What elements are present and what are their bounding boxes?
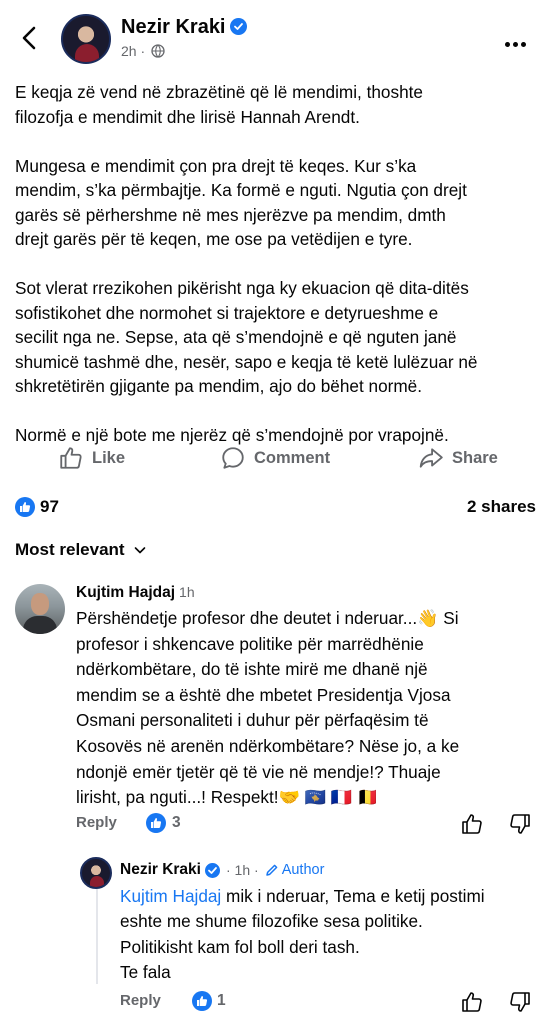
share-button[interactable]: Share <box>418 440 498 476</box>
post-body: E keqja zë vend në zbrazëtinë që lë mend… <box>15 80 540 472</box>
verified-badge-icon <box>204 862 220 878</box>
commenter-name[interactable]: Kujtim Hajdaj <box>76 584 175 601</box>
chevron-down-icon <box>134 547 145 554</box>
back-button[interactable] <box>14 22 46 54</box>
share-label: Share <box>452 448 498 467</box>
thumbs-up-icon <box>462 814 482 834</box>
reply-time: · 1h · <box>225 862 259 878</box>
comment-upvote-button[interactable] <box>460 812 484 836</box>
comment-reply-button[interactable]: Reply <box>76 814 117 831</box>
post-time[interactable]: 2h <box>121 43 137 59</box>
comment-actions: Reply 3 <box>76 812 536 836</box>
more-icon <box>505 42 510 47</box>
reply-reply-button[interactable]: Reply <box>120 992 161 1009</box>
reply-upvote-button[interactable] <box>460 990 484 1014</box>
comment-label: Comment <box>254 448 331 467</box>
reply-actions: Reply 1 <box>120 990 536 1014</box>
comment-icon <box>222 447 244 469</box>
post-header: Nezir Kraki 2h · <box>0 0 551 76</box>
comment-sort-dropdown[interactable]: Most relevant <box>15 540 147 560</box>
pencil-icon <box>265 864 278 876</box>
chevron-left-icon <box>22 26 36 50</box>
author-name-row[interactable]: Nezir Kraki <box>121 16 247 39</box>
reply-time-value: 1h <box>234 862 251 878</box>
post-meta: 2h · <box>121 43 165 59</box>
thumbs-down-icon <box>510 992 530 1012</box>
reactions-summary: 97 2 shares <box>15 494 536 522</box>
comment-downvote-button[interactable] <box>508 812 532 836</box>
globe-icon <box>151 44 165 58</box>
thumbs-down-icon <box>510 814 530 834</box>
reply-text-line1: mik i nderuar, Tema e ketij postimi <box>221 886 485 906</box>
comment-like-reaction-icon[interactable] <box>146 813 166 833</box>
comment-time: 1h <box>179 584 195 600</box>
reply-text-rest: eshte me shume filozofike sesa politike.… <box>120 911 423 982</box>
reaction-count[interactable]: 97 <box>40 497 59 517</box>
like-reaction-icon[interactable] <box>15 497 35 517</box>
author-avatar[interactable] <box>61 14 111 64</box>
author-badge: Author <box>265 862 325 878</box>
comment-like-count[interactable]: 3 <box>172 814 181 832</box>
author-badge-label: Author <box>281 862 325 878</box>
sort-label: Most relevant <box>15 540 125 559</box>
comment-header: Kujtim Hajdaj 1h <box>76 584 195 602</box>
author-name[interactable]: Nezir Kraki <box>121 16 226 38</box>
reply-like-reaction-icon[interactable] <box>192 991 212 1011</box>
reply-header: Nezir Kraki · 1h · Author <box>120 861 324 879</box>
commenter-avatar[interactable] <box>15 584 65 634</box>
thumbs-up-icon <box>60 447 82 469</box>
reply-text: Kujtim Hajdaj mik i nderuar, Tema e keti… <box>120 884 540 985</box>
verified-badge-icon <box>229 18 247 35</box>
post-action-bar: Like Comment Share <box>0 440 551 476</box>
like-button[interactable]: Like <box>58 440 125 476</box>
thumbs-up-icon <box>462 992 482 1012</box>
post-paragraph: Mungesa e mendimit çon pra drejt të keqe… <box>15 155 467 250</box>
comment-text: Përshëndetje profesor dhe deutet i nderu… <box>76 608 460 808</box>
reply-author-name[interactable]: Nezir Kraki <box>120 861 201 879</box>
reply-author-avatar[interactable] <box>80 857 112 889</box>
reply-thread-line <box>96 884 98 984</box>
like-label: Like <box>92 448 126 467</box>
mention-link[interactable]: Kujtim Hajdaj <box>120 886 221 906</box>
more-options-button[interactable] <box>505 34 535 47</box>
shares-count[interactable]: 2 shares <box>467 497 536 517</box>
post-paragraph: E keqja zë vend në zbrazëtinë që lë mend… <box>15 82 423 127</box>
post-paragraph: Sot vlerat rrezikohen pikërisht nga ky e… <box>15 278 478 396</box>
reply-downvote-button[interactable] <box>508 990 532 1014</box>
share-icon <box>419 448 443 468</box>
reply-like-count[interactable]: 1 <box>217 992 226 1010</box>
comment-button[interactable]: Comment <box>220 440 330 476</box>
